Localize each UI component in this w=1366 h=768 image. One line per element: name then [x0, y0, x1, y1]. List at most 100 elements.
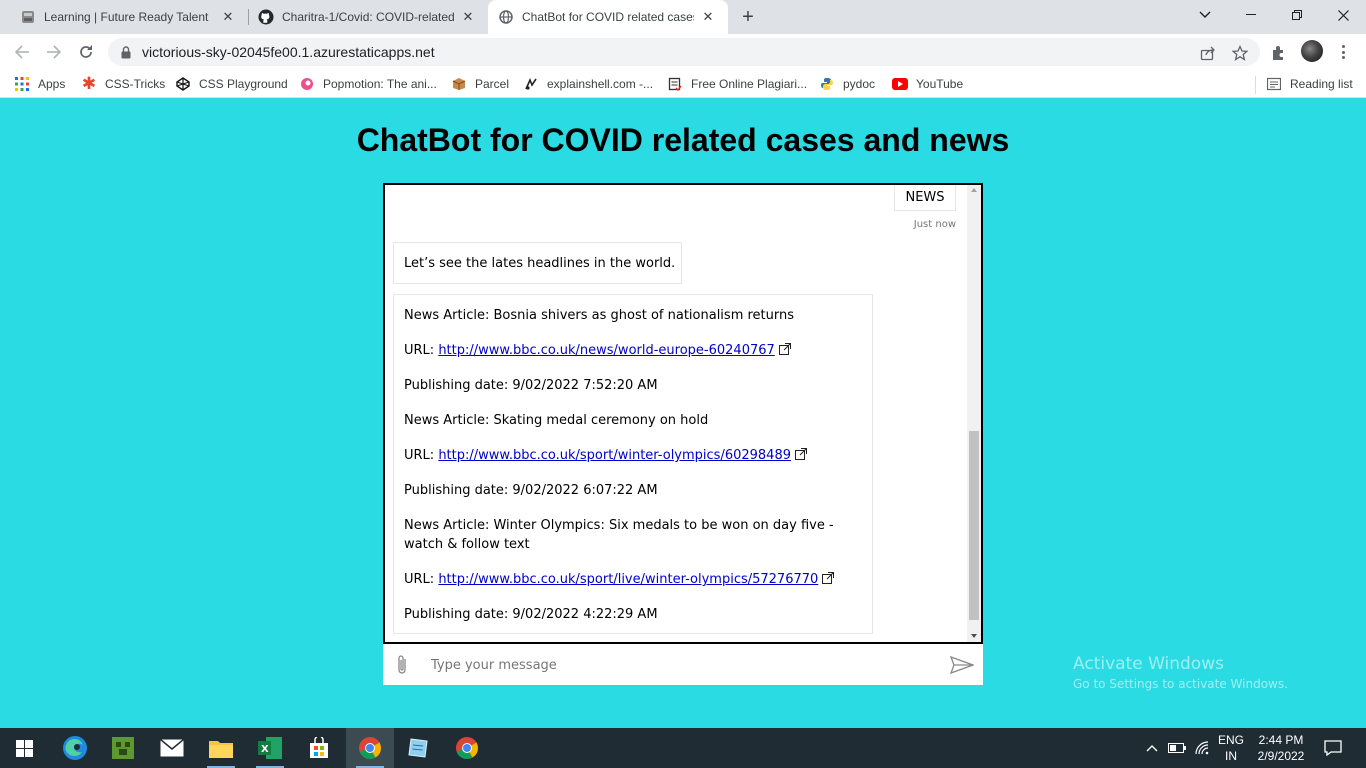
- page-title: ChatBot for COVID related cases and news: [356, 122, 1010, 158]
- arrow-left-icon: [14, 45, 29, 59]
- message-composer: [383, 644, 983, 685]
- tab-chatbot[interactable]: ChatBot for COVID related cases ✕: [488, 0, 728, 34]
- bookmark-label: CSS Playground: [199, 77, 288, 91]
- bookmark-label: explainshell.com -...: [547, 77, 654, 91]
- new-tab-button[interactable]: +: [736, 6, 760, 28]
- edge-icon[interactable]: [51, 728, 99, 768]
- message-input[interactable]: [431, 654, 931, 676]
- battery-icon[interactable]: [1166, 728, 1188, 768]
- article-url-line: URL: http://www.bbc.co.uk/news/world-eur…: [404, 341, 862, 360]
- chat-transcript[interactable]: NEWS Just now Let’s see the lates headli…: [385, 185, 967, 642]
- reading-list-button[interactable]: Reading list: [1266, 75, 1353, 93]
- extensions-icon[interactable]: [1270, 44, 1288, 62]
- svg-text:X: X: [261, 744, 269, 755]
- arrow-right-icon: [47, 45, 62, 59]
- notepad-icon[interactable]: [394, 728, 442, 768]
- bookmark-divider: [1255, 76, 1256, 94]
- bookmark-star-icon[interactable]: [1231, 44, 1249, 62]
- excel-icon[interactable]: X: [246, 728, 294, 768]
- scroll-thumb[interactable]: [969, 431, 979, 620]
- tab-title: Learning | Future Ready Talent: [44, 10, 209, 24]
- article-date: Publishing date: 9/02/2022 6:07:22 AM: [404, 483, 658, 498]
- clock-time: 2:44 PM: [1258, 733, 1304, 747]
- news-articles-bubble: News Article: Bosnia shivers as ghost of…: [393, 294, 873, 634]
- browser-toolbar: victorious-sky-02045fe00.1.azurestaticap…: [0, 34, 1366, 70]
- close-window-button[interactable]: [1320, 0, 1366, 30]
- paperclip-icon[interactable]: [395, 654, 409, 676]
- share-icon[interactable]: [1199, 44, 1217, 62]
- reload-icon: [80, 45, 92, 58]
- bookmark-plagiarism[interactable]: Free Online Plagiari...: [667, 75, 807, 93]
- bookmark-label: CSS-Tricks: [105, 77, 166, 91]
- bookmark-youtube[interactable]: YouTube: [892, 75, 963, 93]
- tab-strip: Learning | Future Ready Talent ✕ Charitr…: [0, 0, 1366, 34]
- github-icon: [258, 9, 274, 25]
- send-icon[interactable]: [950, 656, 974, 674]
- bookmark-label: Free Online Plagiari...: [691, 77, 808, 91]
- explainshell-icon: [523, 76, 539, 92]
- article-date: Publishing date: 9/02/2022 4:22:29 AM: [404, 607, 658, 622]
- chat-scrollbar[interactable]: [967, 185, 981, 642]
- chevron-up-icon[interactable]: [1142, 728, 1162, 768]
- bookmark-css-tricks[interactable]: ✱ CSS-Tricks: [81, 74, 166, 93]
- lock-icon[interactable]: [120, 45, 132, 59]
- bookmark-css-playground[interactable]: CSS Playground: [175, 75, 288, 93]
- external-link-icon: [778, 343, 791, 355]
- url-label: URL:: [404, 572, 435, 587]
- external-link-icon: [795, 448, 807, 460]
- chat-window: NEWS Just now Let’s see the lates headli…: [383, 183, 983, 644]
- css-tricks-icon: ✱: [81, 74, 97, 93]
- minimize-button[interactable]: [1228, 0, 1274, 30]
- bookmark-label: Popmotion: The ani...: [323, 77, 437, 91]
- message-timestamp: Just now: [913, 219, 956, 230]
- article-link[interactable]: http://www.bbc.co.uk/sport/live/winter-o…: [438, 572, 818, 587]
- windows-taskbar: X ENG IN 2:44 PM 2/9/2022: [0, 728, 1366, 768]
- bookmarks-bar: Apps ✱ CSS-Tricks CSS Playground Popmoti…: [0, 70, 1366, 98]
- scroll-down-arrow[interactable]: [971, 634, 977, 638]
- close-tab-icon[interactable]: ✕: [220, 9, 236, 25]
- youtube-icon: [892, 76, 908, 92]
- windows-start-icon[interactable]: [0, 728, 48, 768]
- bookmark-label: pydoc: [843, 77, 876, 91]
- activate-windows-watermark: Activate Windows Go to Settings to activ…: [1073, 654, 1288, 691]
- back-button[interactable]: [10, 40, 34, 64]
- article-link[interactable]: http://www.bbc.co.uk/news/world-europe-6…: [438, 343, 774, 358]
- reload-button[interactable]: [74, 40, 98, 64]
- microsoft-store-icon[interactable]: [295, 728, 343, 768]
- codepen-icon: [175, 76, 191, 92]
- file-explorer-icon[interactable]: [197, 728, 245, 768]
- mail-icon[interactable]: [148, 728, 196, 768]
- browser-menu-icon[interactable]: [1338, 42, 1348, 62]
- bookmark-explainshell[interactable]: explainshell.com -...: [523, 75, 653, 93]
- scroll-up-arrow[interactable]: [971, 188, 977, 192]
- clock[interactable]: 2:44 PM 2/9/2022: [1252, 732, 1310, 764]
- bot-message-bubble: Let’s see the lates headlines in the wor…: [393, 242, 682, 284]
- restore-button[interactable]: [1274, 0, 1320, 30]
- tab-learning[interactable]: Learning | Future Ready Talent ✕: [0, 0, 248, 34]
- bookmark-apps[interactable]: Apps: [14, 75, 65, 93]
- parcel-icon: [451, 76, 467, 92]
- input-language[interactable]: ENG IN: [1214, 732, 1248, 764]
- chrome-icon[interactable]: [346, 728, 394, 768]
- wifi-icon[interactable]: [1192, 728, 1214, 768]
- clock-date: 2/9/2022: [1257, 749, 1305, 763]
- reading-list-icon: [1266, 76, 1282, 92]
- close-tab-icon[interactable]: ✕: [460, 9, 476, 25]
- address-bar[interactable]: victorious-sky-02045fe00.1.azurestaticap…: [108, 38, 1260, 66]
- tab-github[interactable]: Charitra-1/Covid: COVID-related ✕: [248, 0, 488, 34]
- forward-button[interactable]: [42, 40, 66, 64]
- bookmark-popmotion[interactable]: Popmotion: The ani...: [299, 75, 437, 93]
- bookmark-label: YouTube: [916, 77, 964, 91]
- profile-avatar[interactable]: [1301, 40, 1323, 62]
- tab-search-icon[interactable]: [1182, 0, 1228, 30]
- bookmark-parcel[interactable]: Parcel: [451, 75, 509, 93]
- bookmark-pydoc[interactable]: pydoc: [819, 75, 875, 93]
- notification-icon[interactable]: [1318, 728, 1348, 768]
- reading-list-label: Reading list: [1290, 77, 1353, 91]
- python-icon: [819, 76, 835, 92]
- watermark-subtitle: Go to Settings to activate Windows.: [1073, 677, 1288, 691]
- article-link[interactable]: http://www.bbc.co.uk/sport/winter-olympi…: [438, 448, 791, 463]
- minecraft-icon[interactable]: [99, 728, 147, 768]
- chrome-icon[interactable]: [443, 728, 491, 768]
- close-tab-icon[interactable]: ✕: [700, 9, 716, 25]
